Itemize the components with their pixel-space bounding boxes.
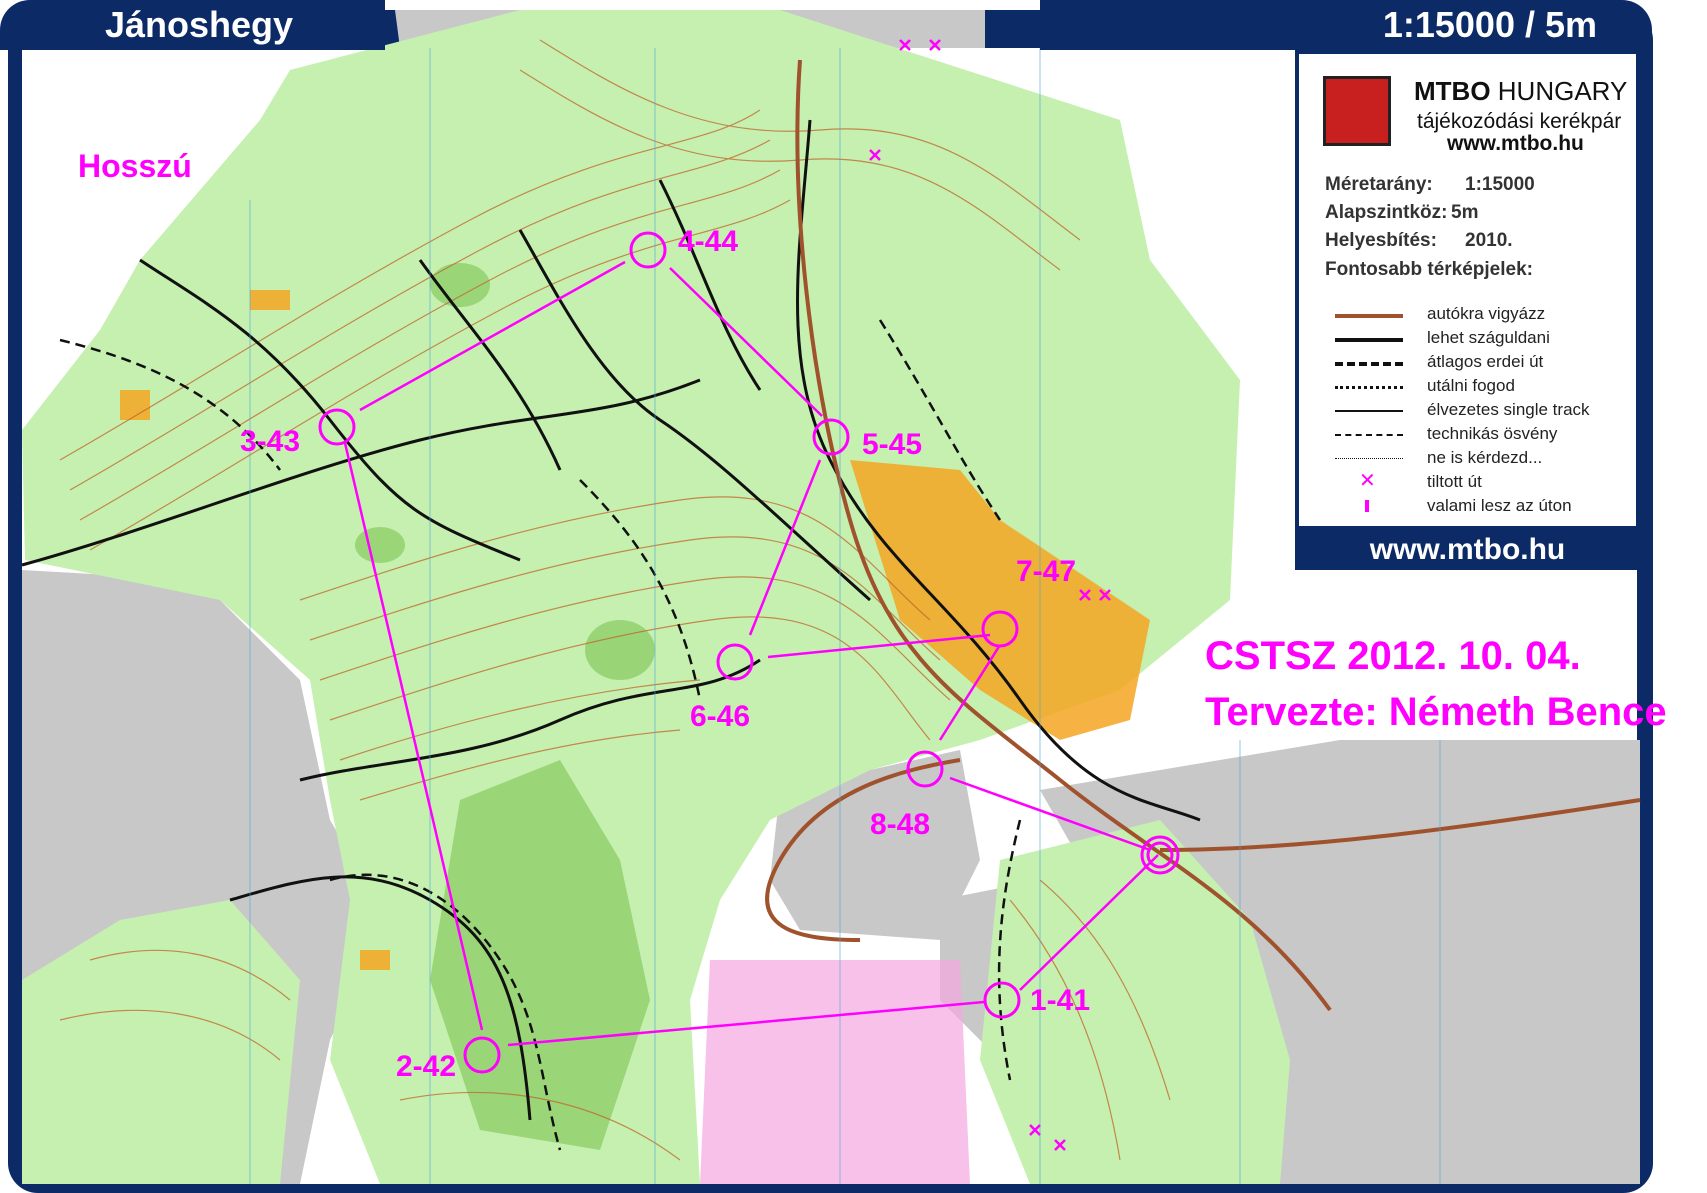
hard-track-symbol (1335, 386, 1403, 389)
legend-label: lehet száguldani (1427, 328, 1550, 347)
legend-item-hard-track: utálni fogod (1325, 376, 1625, 398)
legend-item-forbidden: ✕ tiltott út (1325, 470, 1625, 494)
control-label-2: 2-42 (396, 1050, 457, 1083)
scale-title-bar: 1:15000 / 5m (1040, 0, 1652, 50)
info-contour: Alapszintköz: 5m (1325, 202, 1478, 224)
control-label-1: 1-41 (1030, 984, 1091, 1017)
legend-item-obstacle: valami lesz az úton (1325, 496, 1625, 518)
legend-item-dont-ask: ne is kérdezd... (1325, 448, 1625, 470)
fast-track-symbol (1335, 338, 1403, 342)
legend-label: utálni fogod (1427, 376, 1515, 395)
scale-title: 1:15000 / 5m (1382, 4, 1597, 45)
legend-title: Fontosabb térképjelek: (1325, 259, 1533, 280)
legend-item-single-track: élvezetes single track (1325, 400, 1625, 422)
brand-bold: MTBO (1414, 76, 1491, 106)
map-legend: MTBO HUNGARY tájékozódási kerékpár www.m… (1295, 50, 1640, 530)
info-revision-value: 2010. (1465, 230, 1513, 251)
technical-path-symbol (1335, 434, 1403, 436)
legend-label: valami lesz az úton (1427, 496, 1572, 515)
control-label-4: 4-44 (678, 225, 739, 258)
control-label-8: 8-48 (870, 808, 931, 841)
info-contour-value: 5m (1451, 202, 1479, 223)
control-label-7: 7-47 (1016, 555, 1077, 588)
info-scale-value: 1:15000 (1465, 174, 1535, 195)
brand-url: www.mtbo.hu (1447, 132, 1584, 155)
brand-subtitle: tájékozódási kerékpár (1417, 110, 1622, 133)
legend-item-technical-path: technikás ösvény (1325, 424, 1625, 446)
legend-label: ne is kérdezd... (1427, 448, 1543, 467)
legend-label: tiltott út (1427, 472, 1482, 491)
forbidden-cross-icon: ✕ (1359, 470, 1376, 492)
legend-item-road: autókra vigyázz (1325, 304, 1625, 326)
mtbo-logo-icon (1323, 76, 1391, 146)
info-revision: Helyesbítés: 2010. (1325, 230, 1513, 252)
road-symbol (1335, 314, 1403, 318)
info-scale: Méretarány: 1:15000 (1325, 174, 1535, 196)
brand-name: MTBO HUNGARY (1414, 76, 1627, 107)
control-label-3: 3-43 (240, 425, 301, 458)
legend-label: élvezetes single track (1427, 400, 1590, 419)
legend-label: átlagos erdei út (1427, 352, 1544, 371)
info-revision-key: Helyesbítés: (1325, 230, 1437, 251)
legend-label: autókra vigyázz (1427, 304, 1546, 323)
forest-road-symbol (1335, 362, 1403, 366)
obstacle-bar-icon (1365, 500, 1369, 512)
dont-ask-symbol (1335, 458, 1403, 459)
event-designer: Tervezte: Németh Bence (1205, 690, 1667, 734)
area-title: Jánoshegy (105, 4, 294, 45)
legend-item-fast-track: lehet száguldani (1325, 328, 1625, 350)
info-scale-key: Méretarány: (1325, 174, 1433, 195)
single-track-symbol (1335, 410, 1403, 412)
restricted-area (700, 960, 970, 1184)
brand-light: HUNGARY (1490, 76, 1628, 106)
info-contour-key: Alapszintköz: (1325, 202, 1448, 223)
control-label-5: 5-45 (862, 428, 923, 461)
control-label-6: 6-46 (690, 700, 751, 733)
legend-label: technikás ösvény (1427, 424, 1558, 443)
event-date: CSTSZ 2012. 10. 04. (1205, 634, 1581, 678)
course-name: Hosszú (78, 148, 192, 184)
legend-item-forest-road: átlagos erdei út (1325, 352, 1625, 374)
legend-footer-url: www.mtbo.hu (1295, 530, 1640, 570)
area-title-bar: Jánoshegy (0, 0, 385, 50)
